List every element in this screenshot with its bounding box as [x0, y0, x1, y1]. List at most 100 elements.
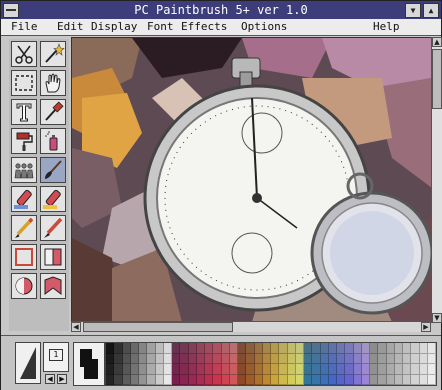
palette-swatch[interactable] — [320, 364, 329, 375]
palette-swatch[interactable] — [213, 364, 222, 375]
palette-swatch[interactable] — [427, 364, 436, 375]
palette-swatch[interactable] — [188, 364, 197, 375]
palette-swatch[interactable] — [147, 364, 156, 375]
palette-swatch[interactable] — [254, 353, 263, 364]
palette-swatch[interactable] — [229, 343, 238, 354]
palette-swatch[interactable] — [345, 343, 354, 354]
palette-swatch[interactable] — [188, 353, 197, 364]
vertical-scrollbar[interactable]: ▲ ▼ — [431, 37, 442, 323]
palette-swatch[interactable] — [394, 374, 403, 385]
palette-swatch[interactable] — [262, 364, 271, 375]
palette-swatch[interactable] — [114, 353, 123, 364]
palette-swatch[interactable] — [411, 353, 420, 364]
palette-swatch[interactable] — [180, 374, 189, 385]
palette-swatch[interactable] — [130, 353, 139, 364]
palette-swatch[interactable] — [403, 343, 412, 354]
palette-swatch[interactable] — [419, 353, 428, 364]
palette-swatch[interactable] — [328, 353, 337, 364]
palette-swatch[interactable] — [180, 343, 189, 354]
palette-swatch[interactable] — [320, 343, 329, 354]
palette-swatch[interactable] — [205, 364, 214, 375]
palette-swatch[interactable] — [188, 374, 197, 385]
menu-effects[interactable]: Effects — [181, 19, 227, 35]
palette-swatch[interactable] — [122, 374, 131, 385]
spray-can-tool[interactable] — [40, 128, 66, 154]
palette-swatch[interactable] — [287, 343, 296, 354]
polygon-tool[interactable] — [40, 273, 66, 299]
palette-swatch[interactable] — [295, 343, 304, 354]
palette-swatch[interactable] — [320, 374, 329, 385]
line-width-selector[interactable] — [15, 342, 41, 384]
menu-font[interactable]: Font — [147, 19, 174, 35]
horizontal-scroll-thumb[interactable] — [83, 322, 233, 332]
magic-wand-tool[interactable] — [40, 41, 66, 67]
palette-swatch[interactable] — [246, 343, 255, 354]
palette-swatch[interactable] — [114, 343, 123, 354]
palette-swatch[interactable] — [279, 374, 288, 385]
palette-swatch[interactable] — [130, 374, 139, 385]
color-palette[interactable] — [105, 342, 437, 386]
filled-rectangle-tool[interactable] — [40, 244, 66, 270]
palette-swatch[interactable] — [147, 353, 156, 364]
palette-swatch[interactable] — [419, 364, 428, 375]
palette-swatch[interactable] — [295, 353, 304, 364]
scroll-up-button[interactable]: ▲ — [432, 37, 442, 47]
palette-swatch[interactable] — [221, 343, 230, 354]
palette-swatch[interactable] — [361, 364, 370, 375]
palette-swatch[interactable] — [378, 353, 387, 364]
palette-swatch[interactable] — [271, 343, 280, 354]
palette-swatch[interactable] — [163, 353, 172, 364]
palette-swatch[interactable] — [304, 364, 313, 375]
palette-swatch[interactable] — [221, 353, 230, 364]
palette-swatch[interactable] — [221, 374, 230, 385]
palette-swatch[interactable] — [238, 374, 247, 385]
palette-swatch[interactable] — [312, 364, 321, 375]
palette-swatch[interactable] — [106, 374, 115, 385]
palette-swatch[interactable] — [155, 364, 164, 375]
palette-swatch[interactable] — [312, 374, 321, 385]
palette-swatch[interactable] — [155, 374, 164, 385]
palette-swatch[interactable] — [229, 374, 238, 385]
palette-swatch[interactable] — [106, 343, 115, 354]
palette-swatch[interactable] — [205, 374, 214, 385]
palette-swatch[interactable] — [386, 353, 395, 364]
palette-swatch[interactable] — [411, 374, 420, 385]
palette-swatch[interactable] — [287, 374, 296, 385]
palette-swatch[interactable] — [394, 364, 403, 375]
palette-swatch[interactable] — [378, 374, 387, 385]
palette-swatch[interactable] — [386, 374, 395, 385]
palette-swatch[interactable] — [238, 343, 247, 354]
palette-swatch[interactable] — [254, 343, 263, 354]
palette-swatch[interactable] — [254, 374, 263, 385]
palette-swatch[interactable] — [139, 353, 148, 364]
menu-file[interactable]: File — [11, 19, 38, 35]
palette-swatch[interactable] — [279, 364, 288, 375]
hand-tool[interactable] — [40, 70, 66, 96]
text-tool[interactable] — [11, 99, 37, 125]
palette-swatch[interactable] — [213, 353, 222, 364]
palette-swatch[interactable] — [254, 364, 263, 375]
palette-swatch[interactable] — [139, 374, 148, 385]
palette-swatch[interactable] — [196, 374, 205, 385]
palette-swatch[interactable] — [172, 364, 181, 375]
palette-swatch[interactable] — [163, 374, 172, 385]
pen-tool[interactable] — [40, 215, 66, 241]
palette-swatch[interactable] — [180, 364, 189, 375]
brush-size-increase-button[interactable]: ▶ — [57, 374, 67, 384]
palette-swatch[interactable] — [337, 343, 346, 354]
scroll-down-button[interactable]: ▼ — [432, 313, 442, 323]
color-eraser-tool[interactable] — [40, 186, 66, 212]
brush-tool[interactable] — [40, 157, 66, 183]
palette-swatch[interactable] — [419, 374, 428, 385]
palette-swatch[interactable] — [271, 374, 280, 385]
clone-tool[interactable] — [11, 157, 37, 183]
palette-swatch[interactable] — [304, 343, 313, 354]
brush-size-decrease-button[interactable]: ◀ — [45, 374, 55, 384]
palette-swatch[interactable] — [213, 343, 222, 354]
palette-swatch[interactable] — [163, 364, 172, 375]
palette-swatch[interactable] — [370, 353, 379, 364]
palette-swatch[interactable] — [196, 353, 205, 364]
palette-swatch[interactable] — [196, 364, 205, 375]
palette-swatch[interactable] — [411, 364, 420, 375]
palette-swatch[interactable] — [238, 364, 247, 375]
